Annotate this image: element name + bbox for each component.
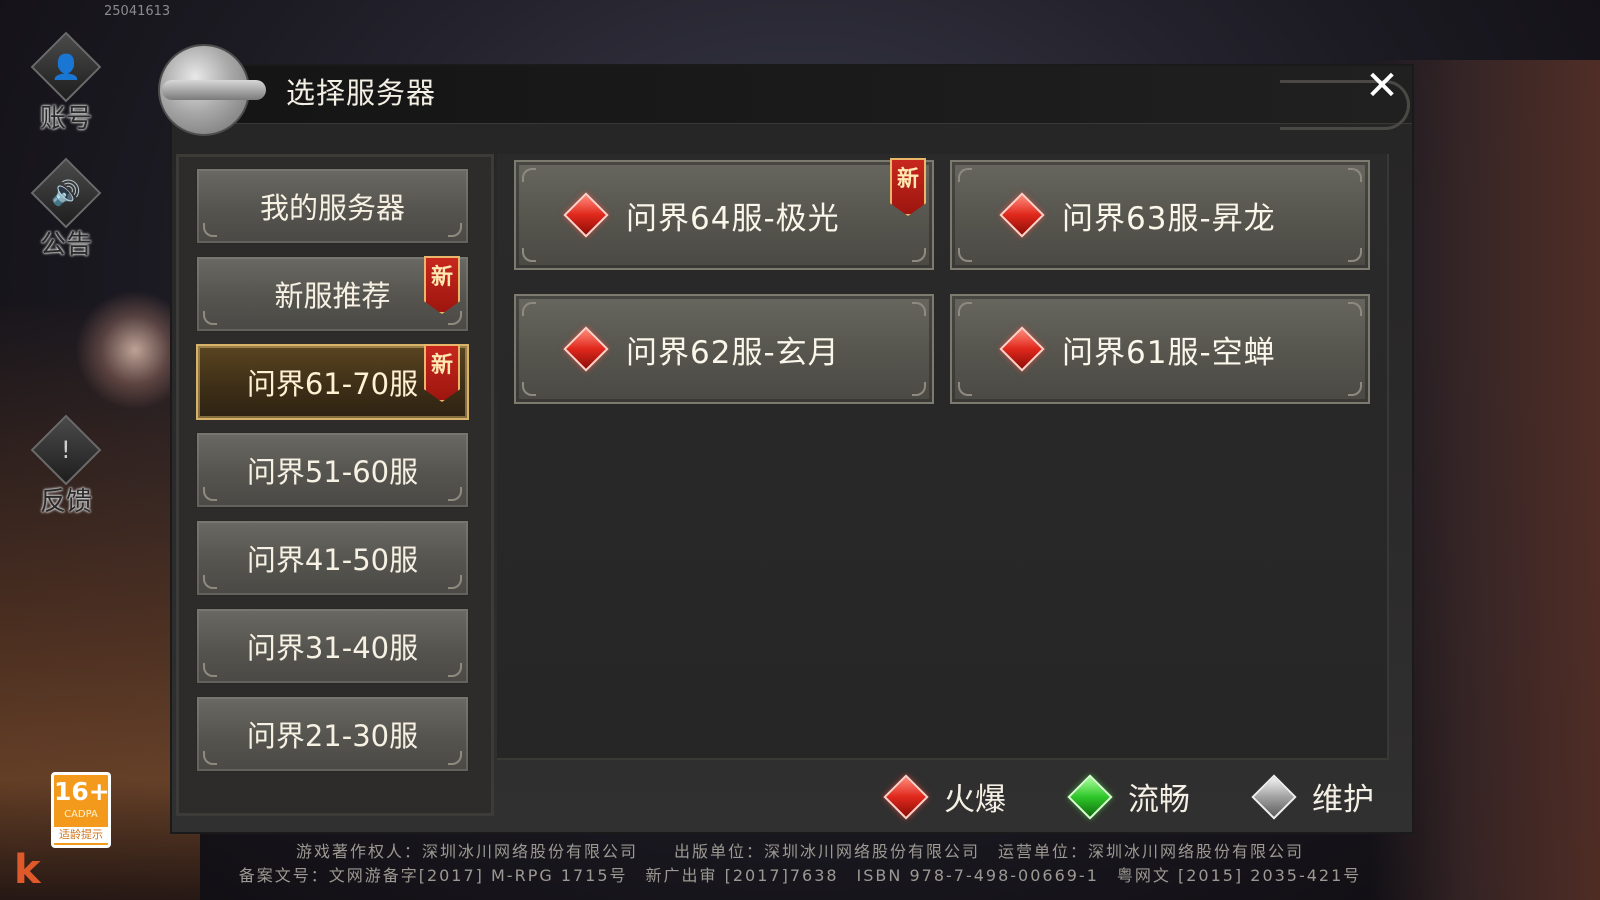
account-label: 账号: [39, 104, 92, 134]
legend-hot: 火爆: [883, 773, 1006, 820]
feedback-label: 反馈: [39, 487, 92, 517]
legend-maintenance: 维护: [1251, 773, 1374, 820]
category-21-30[interactable]: 问界21-30服: [196, 696, 469, 772]
account-button[interactable]: 👤 账号: [30, 31, 102, 135]
smooth-status-icon: [1067, 773, 1113, 820]
hot-status-icon: [999, 192, 1045, 238]
category-51-60[interactable]: 问界51-60服: [196, 432, 469, 508]
close-icon: ✕: [1365, 63, 1399, 109]
category-label: 新服推荐: [274, 279, 391, 313]
feedback-button[interactable]: ! 反馈: [30, 414, 102, 518]
legend-maintenance-label: 维护: [1312, 782, 1374, 818]
notice-button[interactable]: 🔊 公告: [30, 157, 102, 261]
server-button[interactable]: 问界62服-玄月: [514, 294, 934, 404]
alert-icon: !: [61, 436, 71, 464]
close-button[interactable]: ✕: [1360, 64, 1404, 108]
hot-status-icon: [883, 773, 929, 820]
server-name: 问界63服-昇龙: [1062, 200, 1276, 237]
hot-status-icon: [563, 326, 609, 372]
age-rating: 16+: [54, 777, 110, 806]
category-label: 问界31-40服: [246, 631, 419, 665]
server-name: 问界64服-极光: [626, 200, 840, 237]
category-label: 问界51-60服: [246, 455, 419, 489]
legend-smooth-label: 流畅: [1128, 782, 1190, 818]
server-name: 问界61服-空蝉: [1062, 334, 1276, 371]
category-label: 我的服务器: [259, 191, 405, 225]
hot-status-icon: [563, 192, 609, 238]
category-my-servers[interactable]: 我的服务器: [196, 168, 469, 244]
hot-status-icon: [999, 326, 1045, 372]
notice-label: 公告: [39, 230, 92, 260]
footer-copyright: 游戏著作权人：深圳冰川网络股份有限公司 出版单位：深圳冰川网络股份有限公司 运营…: [295, 842, 1304, 861]
speaker-icon: 🔊: [51, 178, 81, 207]
legend-smooth: 流畅: [1067, 773, 1190, 820]
legend-hot-label: 火爆: [944, 782, 1006, 818]
category-31-40[interactable]: 问界31-40服: [196, 608, 469, 684]
category-label: 问界21-30服: [246, 719, 419, 753]
server-button[interactable]: 问界63服-昇龙: [950, 160, 1370, 270]
category-label: 问界61-70服: [246, 367, 419, 401]
age-rating-org: CADPA: [64, 809, 98, 820]
category-label: 问界41-50服: [246, 543, 419, 577]
maintenance-status-icon: [1251, 773, 1297, 820]
build-id: 25041613: [104, 4, 171, 19]
dialog-title: 选择服务器: [286, 76, 437, 110]
user-icon: 👤: [51, 52, 81, 81]
server-button[interactable]: 问界61服-空蝉: [950, 294, 1370, 404]
footer-license: 备案文号：文网游备字[2017] M-RPG 1715号 新广出审 [2017]…: [238, 866, 1362, 885]
category-41-50[interactable]: 问界41-50服: [196, 520, 469, 596]
age-rating-badge: 16+ CADPA 适龄提示: [51, 772, 111, 848]
title-orb-band: [162, 80, 266, 100]
server-name: 问界62服-玄月: [626, 334, 840, 371]
server-button[interactable]: 问界64服-极光: [514, 160, 934, 270]
